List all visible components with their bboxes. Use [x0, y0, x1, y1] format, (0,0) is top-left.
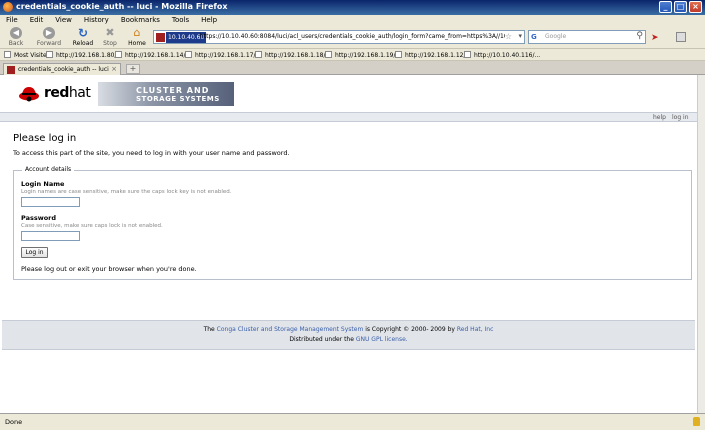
license-line: Distributed under the GNU GPL license.: [289, 336, 408, 343]
help-bar: help log in: [0, 112, 697, 122]
tab-bar: credentials_cookie_auth -- luci × +: [0, 61, 705, 75]
tab-label: credentials_cookie_auth -- luci: [18, 66, 109, 73]
bookmark-item[interactable]: http://192.168.1.17/...: [185, 51, 261, 59]
home-icon: ⌂: [133, 26, 141, 39]
bookmark-item[interactable]: http://10.10.40.116/...: [464, 51, 540, 59]
redhat-logo: redhat CLUSTER AND STORAGE SYSTEMS: [16, 82, 234, 106]
search-placeholder: Google: [545, 33, 567, 40]
log-in-link[interactable]: log in: [672, 114, 689, 121]
page-icon: [185, 51, 192, 58]
account-details-fieldset: Account details Login Name Login names a…: [13, 166, 692, 280]
copyright-line: The Conga Cluster and Storage Management…: [203, 326, 494, 333]
maximize-button[interactable]: □: [674, 1, 687, 13]
bookmark-item[interactable]: http://192.168.1.18/...: [255, 51, 331, 59]
tab-favicon-icon: [7, 66, 15, 74]
intro-text: To access this part of the site, you nee…: [13, 149, 290, 157]
reload-icon: ↻: [77, 26, 89, 40]
stop-icon: ✖: [105, 26, 115, 39]
bookmark-star-icon[interactable]: ☆: [505, 32, 512, 41]
bookmark-most-visited[interactable]: Most Visited: [4, 51, 51, 59]
firefox-icon: [3, 2, 13, 12]
bookmark-item[interactable]: http://192.168.1.14/...: [115, 51, 191, 59]
addon-icon[interactable]: ➤: [651, 33, 659, 43]
login-name-field[interactable]: [21, 197, 80, 207]
window-title: credentials_cookie_auth -- luci - Mozill…: [16, 2, 228, 11]
stop-button[interactable]: ✖ Stop: [96, 27, 124, 48]
page-icon: [395, 51, 402, 58]
log-in-button[interactable]: Log in: [21, 247, 48, 258]
page-icon: [115, 51, 122, 58]
window-titlebar: credentials_cookie_auth -- luci - Mozill…: [0, 0, 705, 15]
search-icon[interactable]: ⚲: [636, 31, 643, 41]
login-name-help: Login names are case sensitive, make sur…: [21, 189, 232, 195]
menu-file[interactable]: File: [0, 15, 24, 26]
status-bar: Done: [0, 413, 705, 430]
menu-edit[interactable]: Edit: [24, 15, 50, 26]
redhat-wordmark: redhat: [44, 85, 91, 101]
page-content: redhat CLUSTER AND STORAGE SYSTEMS help …: [0, 75, 697, 413]
minimize-button[interactable]: _: [659, 1, 672, 13]
search-box[interactable]: G Google ⚲: [528, 30, 646, 44]
bookmark-item[interactable]: http://192.168.1.12/...: [395, 51, 471, 59]
lock-icon[interactable]: [693, 417, 700, 426]
cluster-storage-banner: CLUSTER AND STORAGE SYSTEMS: [98, 82, 234, 106]
navigation-toolbar: ◀ Back ▶ Forward ↻ Reload ✖ Stop ⌂ Home …: [0, 26, 705, 49]
reload-button[interactable]: ↻ Reload: [69, 27, 97, 48]
forward-arrow-icon: ▶: [43, 27, 55, 39]
address-bar[interactable]: 10.10.40.60 https://10.10.40.60:8084/luc…: [153, 30, 525, 44]
page-icon: [464, 51, 471, 58]
back-button[interactable]: ◀ Back: [2, 27, 30, 48]
url-text[interactable]: https://10.10.40.60:8084/luci/acl_users/…: [200, 33, 505, 40]
fieldset-legend: Account details: [22, 166, 75, 173]
menu-view[interactable]: View: [49, 15, 78, 26]
gpl-license-link[interactable]: GNU GPL license.: [356, 336, 408, 343]
bookmarks-toolbar: Most Visited http://192.168.1.80/... htt…: [0, 49, 705, 61]
redhat-inc-link[interactable]: Red Hat, Inc: [457, 326, 494, 333]
menu-bookmarks[interactable]: Bookmarks: [115, 15, 166, 26]
forward-button[interactable]: ▶ Forward: [32, 27, 66, 48]
bookmark-item[interactable]: http://192.168.1.80/...: [46, 51, 122, 59]
menu-tools[interactable]: Tools: [166, 15, 195, 26]
back-arrow-icon: ◀: [10, 27, 22, 39]
page-icon: [46, 51, 53, 58]
password-label: Password: [21, 214, 57, 222]
close-tab-icon[interactable]: ×: [111, 65, 117, 73]
window-controls: _ □ ×: [659, 1, 702, 13]
addon-panel-icon[interactable]: [676, 32, 686, 42]
close-window-button[interactable]: ×: [689, 1, 702, 13]
menu-bar: File Edit View History Bookmarks Tools H…: [0, 15, 705, 26]
banner-line-1: CLUSTER AND: [136, 86, 210, 95]
new-tab-button[interactable]: +: [126, 64, 140, 74]
page-icon: [325, 51, 332, 58]
password-help: Case sensitive, make sure caps lock is n…: [21, 223, 163, 229]
status-text: Done: [5, 418, 23, 426]
bookmark-item[interactable]: http://192.168.1.19/...: [325, 51, 401, 59]
page-icon: [255, 51, 262, 58]
google-engine-icon[interactable]: G: [531, 33, 537, 41]
url-dropdown-icon[interactable]: ▾: [518, 32, 522, 40]
redhat-shadowman-icon: [19, 87, 39, 102]
tab-luci[interactable]: credentials_cookie_auth -- luci ×: [3, 63, 121, 75]
menu-history[interactable]: History: [78, 15, 115, 26]
site-favicon-icon: [156, 33, 165, 42]
banner-line-2: STORAGE SYSTEMS: [136, 95, 220, 103]
vertical-scrollbar[interactable]: [697, 75, 705, 413]
home-button[interactable]: ⌂ Home: [123, 27, 151, 48]
page-title: Please log in: [13, 133, 77, 144]
bookmark-folder-icon: [4, 51, 11, 58]
menu-help[interactable]: Help: [195, 15, 223, 26]
password-field[interactable]: [21, 231, 80, 241]
logout-note: Please log out or exit your browser when…: [21, 265, 197, 273]
help-link[interactable]: help: [653, 114, 666, 121]
page-footer: The Conga Cluster and Storage Management…: [2, 320, 695, 350]
login-name-label: Login Name: [21, 180, 65, 188]
conga-link[interactable]: Conga Cluster and Storage Management Sys…: [217, 326, 364, 333]
